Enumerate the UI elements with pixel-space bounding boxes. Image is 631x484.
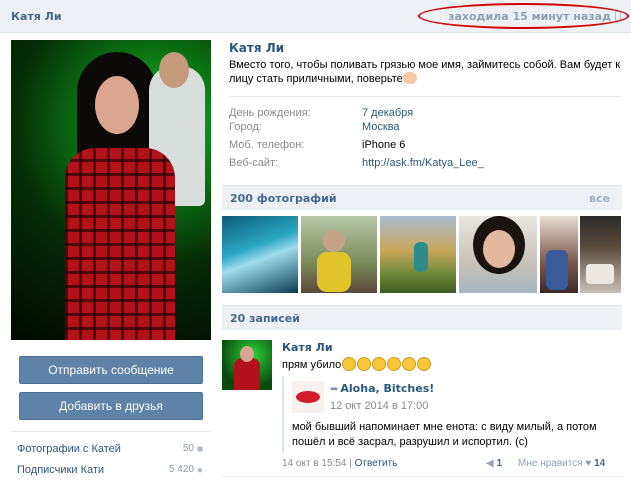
laughing-emoji-icon [372,357,387,371]
wall-section-header[interactable]: 20 записей [222,305,622,330]
laughing-emoji-icon [387,357,402,371]
repost-arrow-icon: ➥ [330,384,339,395]
laughing-emoji-icon [357,357,372,371]
sidebar-link-label: Фотографии с Катей [17,443,121,455]
like-label: Мне нравится [518,458,583,469]
share-button[interactable]: ◀ 1 [486,458,502,469]
photos-with-count: 50 [182,443,194,454]
post-footer: 14 окт в 15:54 | Ответить [282,458,398,469]
photo-thumbnail[interactable] [301,216,377,293]
wall-section-title[interactable]: 20 записей [230,312,300,325]
field-label-city: Город: [229,121,262,133]
field-value-website[interactable]: http://ask.fm/Katya_Lee_ [362,157,484,169]
send-message-button[interactable]: Отправить сообщение [19,356,203,384]
profile-name: Катя Ли [229,41,285,55]
repost-text: мой бывший напоминает мне енота: с виду … [292,421,597,448]
laughing-emoji-icon [342,357,357,371]
sidebar-link-count: 50 ■ [183,443,203,455]
share-count: 1 [496,458,503,469]
post-author-name[interactable]: Катя Ли [282,341,333,354]
megaphone-icon: ◀ [486,458,494,469]
thumb-figure [414,242,428,272]
thumb-figure [586,264,614,284]
status-highlight-oval [418,3,629,29]
field-label-phone: Моб. телефон: [229,139,305,151]
followers-count: 5 420 [168,464,194,475]
sidebar-link-label: Подписчики Кати [17,464,105,476]
field-label-birthday: День рождения: [229,107,311,119]
photo-thumbnail[interactable] [580,216,621,293]
photo-thumbnail[interactable] [222,216,298,293]
thumb-figure [483,230,515,268]
thumb-figure [317,252,351,292]
lips-image [296,391,320,403]
header-name[interactable]: Катя Ли [11,10,62,23]
photo-thumbnail[interactable] [380,216,456,293]
reply-link[interactable]: Ответить [355,458,398,469]
photo-thumbnail[interactable] [459,216,537,293]
photos-section-title[interactable]: 200 фотографий [230,192,337,205]
profile-status-text: Вместо того, чтобы поливать грязью мое и… [229,59,621,85]
camera-icon: ■ [196,444,203,455]
info-divider [229,96,621,97]
profile-header-bar: Катя Ли заходила 15 минут назад [0,0,631,33]
post-divider [222,476,622,477]
sidebar-link-photos-with[interactable]: Фотографии с Катей 50 ■ [17,443,203,455]
laughing-emoji-icon [402,357,417,371]
photos-section-header[interactable]: 200 фотографий все [222,185,622,210]
heart-icon: ♥ [585,458,592,469]
followers-icon: ● [196,465,203,476]
reposted-entry: ➥ Aloha, Bitches! 12 окт 2014 в 17:00 мой… [282,376,614,453]
post-author-avatar[interactable] [222,340,272,390]
sidebar-link-followers[interactable]: Подписчики Кати 5 420 ● [17,464,203,476]
field-value-phone: iPhone 6 [362,139,406,151]
avatar-dress [234,358,260,390]
repost-source-label: Aloha, Bitches! [340,382,435,395]
repost-source-avatar[interactable] [292,381,324,413]
field-value-city[interactable]: Москва [362,121,400,133]
post-text: прям убило [282,357,432,371]
field-label-website: Веб-сайт: [229,157,279,169]
post-text-content: прям убило [282,359,342,371]
repost-date[interactable]: 12 окт 2014 в 17:00 [330,400,428,412]
photo-face [95,76,139,134]
post-date[interactable]: 14 окт в 15:54 [282,458,346,469]
add-friend-button[interactable]: Добавить в друзья [19,392,203,420]
avatar-face [240,346,254,362]
photo-dress [65,148,175,340]
sidebar-link-count: 5 420 ● [169,464,203,476]
repost-source-name[interactable]: ➥ Aloha, Bitches! [330,382,434,395]
thumb-figure [546,250,568,290]
profile-status: Вместо того, чтобы поливать грязью мое и… [229,58,621,86]
field-value-birthday[interactable]: 7 декабря [362,107,413,119]
clapping-hands-icon [402,72,417,84]
photo-background-head [159,52,189,88]
profile-photo[interactable] [11,40,211,340]
photo-thumbnail[interactable] [540,216,578,293]
sidebar-divider [11,431,211,432]
like-count: 14 [594,458,606,469]
thumb-figure [323,230,345,252]
photos-all-link[interactable]: все [589,192,610,205]
like-button[interactable]: Мне нравится ♥ 14 [518,458,605,469]
laughing-emoji-icon [417,357,432,371]
